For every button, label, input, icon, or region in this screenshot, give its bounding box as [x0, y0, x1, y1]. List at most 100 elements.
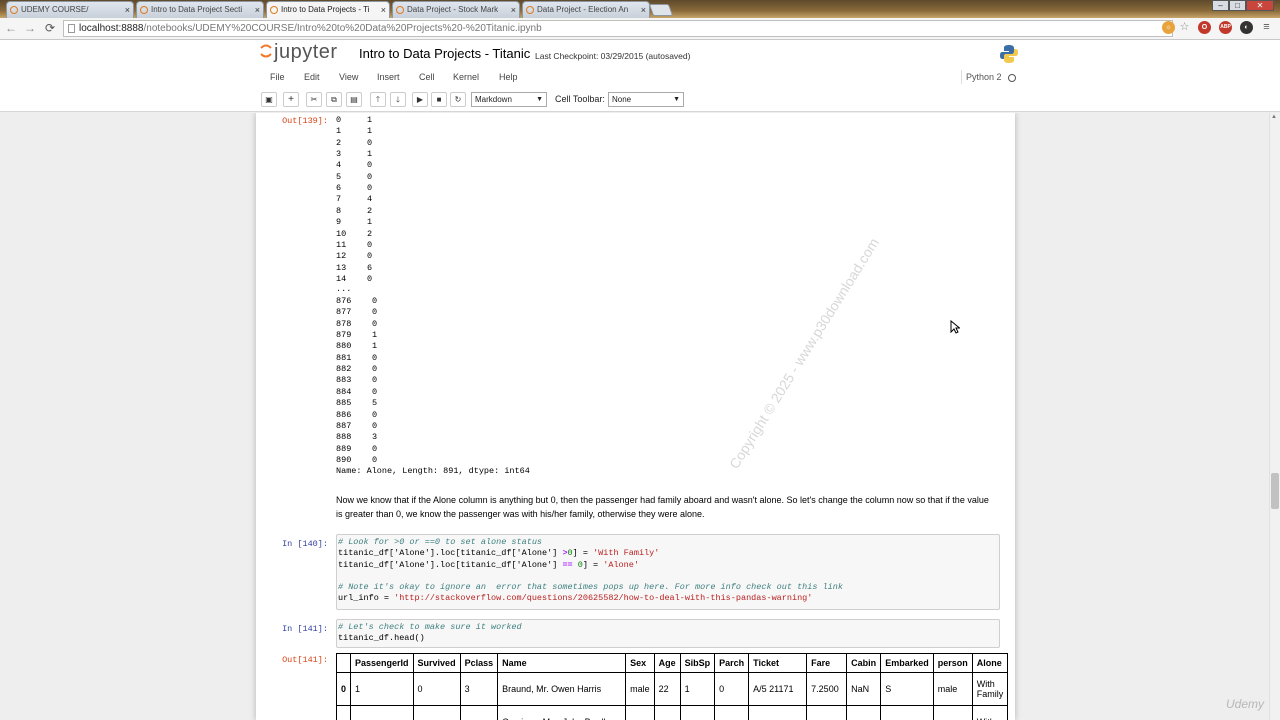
output-prompt-141: Out[141]: [282, 655, 328, 665]
menu-help[interactable]: Help [499, 72, 518, 82]
table-cell [806, 705, 848, 720]
maximize-window-icon[interactable]: □ [1229, 0, 1246, 11]
restart-icon[interactable]: ↻ [450, 92, 466, 107]
browser-tab-stock-market[interactable]: Data Project - Stock Mark × [392, 1, 520, 18]
series-value: 0 [372, 318, 378, 329]
tab-label: Data Project - Stock Mark [407, 5, 499, 14]
series-row: 82 [336, 206, 372, 217]
new-tab-button[interactable] [648, 4, 674, 16]
browser-tab-election[interactable]: Data Project - Election An × [522, 1, 650, 18]
series-index: 886 [336, 409, 352, 420]
dropdown-arrow-icon: ▼ [673, 96, 680, 103]
series-value: 0 [367, 251, 373, 262]
page-scrollbar[interactable] [1269, 113, 1280, 720]
bookmark-star-icon[interactable]: ☆ [1178, 21, 1191, 34]
menu-edit[interactable]: Edit [304, 72, 320, 82]
series-value: 4 [367, 194, 373, 205]
reload-icon[interactable]: ⟳ [42, 21, 58, 35]
checkpoint-status: Last Checkpoint: 03/29/2015 (autosaved) [535, 51, 691, 61]
scroll-up-arrow-icon[interactable]: ▲ [1271, 114, 1277, 120]
column-header-index [335, 653, 352, 673]
scrollbar-thumb[interactable] [1271, 473, 1279, 509]
close-tab-icon[interactable]: × [381, 2, 386, 18]
stop-icon[interactable]: ■ [431, 92, 447, 107]
table-cell: Cumings, Mrs. John Bradley [497, 705, 627, 720]
table-cell: 7.2500 [806, 672, 848, 706]
move-up-icon[interactable]: 🡑 [370, 92, 386, 107]
kernel-name: Python 2 [966, 72, 1002, 82]
paste-icon[interactable]: ▤ [346, 92, 362, 107]
column-header: Parch [714, 653, 750, 673]
cell-toolbar-value: None [612, 95, 632, 104]
chrome-extension-icon[interactable]: ◐ [1240, 21, 1253, 34]
table-cell [653, 705, 681, 720]
series-value: 0 [372, 307, 378, 318]
series-row: 11 0 [336, 240, 372, 251]
series-value: 1 [372, 341, 378, 352]
row-index-cell: 0 [335, 672, 352, 706]
close-tab-icon[interactable]: × [511, 2, 516, 18]
close-tab-icon[interactable]: × [125, 2, 130, 18]
move-down-icon[interactable]: 🡓 [390, 92, 406, 107]
series-index: 9 [336, 217, 342, 228]
table-cell [748, 705, 808, 720]
notebook-page: Out[139]: 0 1 1 1 2 0 3 1 4 0 5 0 6 0 7 4 8 2 9 1 10 2 11 0 12 0 1… [256, 113, 1015, 720]
series-row: 887 0 [336, 421, 377, 432]
run-cell-icon[interactable]: ▶ [412, 92, 428, 107]
menu-insert[interactable]: Insert [377, 72, 400, 82]
markdown-cell[interactable]: Now we know that if the Alone column is … [336, 494, 996, 521]
url-host: localhost:8888 [79, 23, 144, 34]
jupyter-logo-text[interactable]: jupyter [274, 41, 338, 64]
notebook-title[interactable]: Intro to Data Projects - Titanic [359, 46, 530, 61]
url-input[interactable]: localhost:8888/notebooks/UDEMY%20COURSE/… [63, 20, 1173, 37]
menu-kernel[interactable]: Kernel [453, 72, 479, 82]
forward-arrow-icon[interactable]: → [22, 21, 38, 35]
code-text: titanic_df['Alone'].loc[titanic_df['Alon… [338, 548, 563, 559]
cell-toolbar-select[interactable]: None ▼ [608, 92, 684, 107]
series-value: 1 [367, 126, 373, 137]
browser-tab-intro-titanic[interactable]: Intro to Data Projects - Ti × [266, 1, 390, 18]
cell-type-select[interactable]: Markdown ▼ [471, 92, 547, 107]
browser-tab-udemy-course[interactable]: UDEMY COURSE/ × [6, 1, 134, 18]
series-row: 74 [336, 194, 372, 205]
table-cell: With Family [971, 672, 1009, 706]
series-row: 01 [336, 115, 372, 126]
tab-label: Data Project - Election An [537, 5, 629, 14]
close-tab-icon[interactable]: × [641, 2, 646, 18]
menu-file[interactable]: File [270, 72, 285, 82]
browser-tab-intro-sections[interactable]: Intro to Data Project Secti × [136, 1, 264, 18]
series-index: 11 [336, 239, 347, 250]
code-cell-140[interactable]: # Look for >0 or ==0 to set alone status… [336, 534, 1000, 610]
extension-icon[interactable]: ☼ [1162, 21, 1175, 34]
code-string: 'With Family' [593, 548, 660, 559]
minimize-window-icon[interactable]: – [1212, 0, 1229, 11]
menu-icon[interactable]: ≡ [1260, 21, 1273, 34]
series-value: 0 [372, 386, 378, 397]
close-window-icon[interactable]: ✕ [1246, 0, 1274, 11]
insert-cell-icon[interactable]: + [283, 92, 299, 107]
code-string: 'Alone' [603, 559, 639, 570]
series-value: 0 [372, 454, 378, 465]
code-text: ] = [582, 559, 604, 570]
close-tab-icon[interactable]: × [255, 2, 260, 18]
menu-cell[interactable]: Cell [419, 72, 435, 82]
copy-icon[interactable]: ⧉ [326, 92, 342, 107]
table-row: 0 1 0 3 Braund, Mr. Owen Harris male 22 1 0 A/5 2… [335, 672, 1009, 706]
back-arrow-icon[interactable]: ← [3, 21, 19, 35]
opera-extension-icon[interactable]: O [1198, 21, 1211, 34]
notebook-scroll-area[interactable]: Out[139]: 0 1 1 1 2 0 3 1 4 0 5 0 6 0 7 4 8 2 9 1 10 2 11 0 12 0 1… [0, 113, 1280, 720]
url-path: /notebooks/UDEMY%20COURSE/Intro%20to%20D… [143, 23, 542, 34]
save-icon[interactable]: ▣ [261, 92, 277, 107]
series-value: 0 [367, 273, 373, 284]
input-prompt-141: In [141]: [282, 624, 328, 634]
tab-label: Intro to Data Project Secti [151, 5, 243, 14]
series-row: 880 1 [336, 341, 377, 352]
series-value: 1 [367, 149, 373, 160]
adblock-icon[interactable]: ABP [1219, 21, 1232, 34]
tab-label: Intro to Data Projects - Ti [281, 5, 370, 14]
series-row: 884 0 [336, 387, 377, 398]
series-row: 876 0 [336, 296, 377, 307]
code-cell-141[interactable]: # Let's check to make sure it worked tit… [336, 619, 1000, 648]
cut-icon[interactable]: ✂ [306, 92, 322, 107]
menu-view[interactable]: View [339, 72, 358, 82]
